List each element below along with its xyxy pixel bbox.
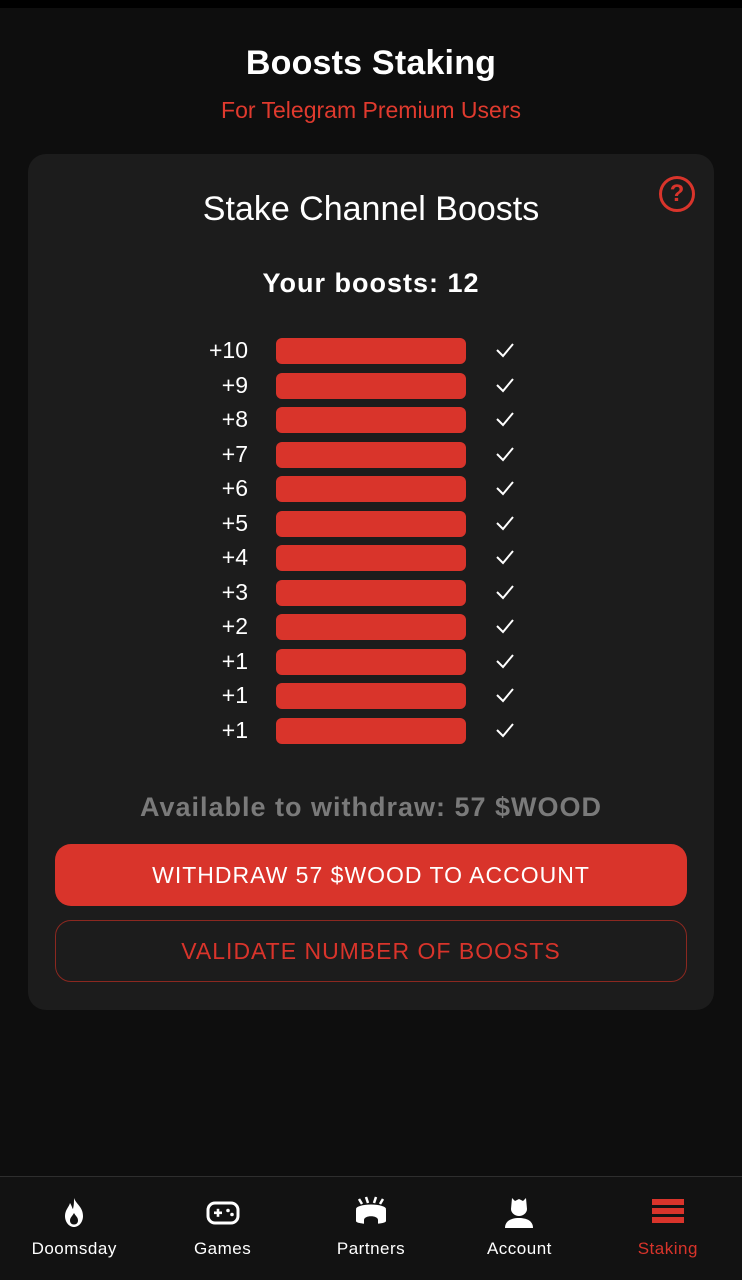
check-icon [496,515,514,530]
boost-bar [276,407,466,433]
boost-row-label: +5 [221,509,248,536]
nav-label: Partners [336,1239,406,1258]
boost-row-label: +6 [221,475,248,501]
bottom-nav: Doomsday Games Partners Account Staking [0,1176,742,1280]
boost-row-label: +8 [221,406,248,432]
check-icon [496,688,514,703]
page-title: Boosts Staking [245,44,497,82]
boost-bar [276,372,466,399]
stack-icon [651,1199,684,1223]
nav-label: Account [486,1239,552,1258]
nav-label: Staking [637,1239,698,1258]
boost-row: +5 [28,509,714,544]
gamepad-icon [206,1201,240,1225]
stadium-icon [356,1196,387,1224]
nav-item-games[interactable]: Games [148,1177,296,1280]
check-icon [496,412,514,427]
boost-bar [276,441,466,468]
boost-bar [276,683,466,709]
fire-icon [65,1198,84,1227]
user-icon [505,1198,534,1228]
validate-boosts-button[interactable]: VALIDATE NUMBER OF BOOSTS [55,920,687,982]
check-icon [496,653,514,668]
boost-bar [276,338,466,364]
boost-row-label: +4 [221,544,248,570]
boost-bar [276,717,466,744]
nav-item-account[interactable]: Account [445,1177,593,1280]
boost-bar [276,648,466,675]
boost-bar [276,579,466,606]
boost-bar [276,476,466,502]
status-bar [0,0,742,8]
nav-label: Games [193,1239,252,1258]
available-to-withdraw: Available to withdraw: 57 $WOOD [139,792,603,822]
boost-row-label: +9 [221,371,248,398]
boost-row-label: +1 [221,682,248,708]
boost-bar [276,614,466,640]
boost-row-label: +10 [208,337,248,363]
card-title: Stake Channel Boosts [202,190,540,228]
nav-label: Doomsday [31,1239,117,1258]
check-icon [496,377,514,392]
boost-list: +10 +9 +8 +7 +6 +5 +4 +3 +2 +1 +1 +1 [28,336,714,750]
boost-row-label: +3 [221,578,248,605]
boost-row: +3 [28,578,714,613]
boost-row-label: +2 [221,613,248,639]
check-icon [496,584,514,599]
boost-row: +2 [28,612,714,647]
page-subtitle: For Telegram Premium Users [221,97,521,123]
check-icon [496,550,514,565]
boost-bar [276,510,466,537]
boost-row: +4 [28,543,714,578]
check-icon [496,446,514,461]
boost-bar [276,545,466,571]
stake-card: ? Stake Channel Boosts Your boosts: 12 +… [28,154,714,1010]
boost-row: +8 [28,405,714,440]
boosts-count: Your boosts: 12 [262,268,480,298]
boost-row: +9 [28,371,714,406]
boost-row-label: +1 [221,716,248,743]
nav-item-partners[interactable]: Partners [297,1177,445,1280]
check-icon [496,343,514,358]
withdraw-button[interactable]: WITHDRAW 57 $WOOD TO ACCOUNT [55,844,687,906]
check-icon [496,722,514,737]
check-icon [496,481,514,496]
boost-row-label: +1 [221,647,248,674]
check-icon [496,619,514,634]
nav-item-doomsday[interactable]: Doomsday [0,1177,148,1280]
boost-row: +7 [28,440,714,475]
boost-row: +1 [28,716,714,751]
boost-row: +1 [28,647,714,682]
page-header: Boosts Staking For Telegram Premium User… [0,44,742,124]
boost-row: +6 [28,474,714,509]
nav-item-staking[interactable]: Staking [594,1177,742,1280]
boost-row: +1 [28,681,714,716]
boost-row-label: +7 [221,440,248,467]
boost-row: +10 [28,336,714,371]
